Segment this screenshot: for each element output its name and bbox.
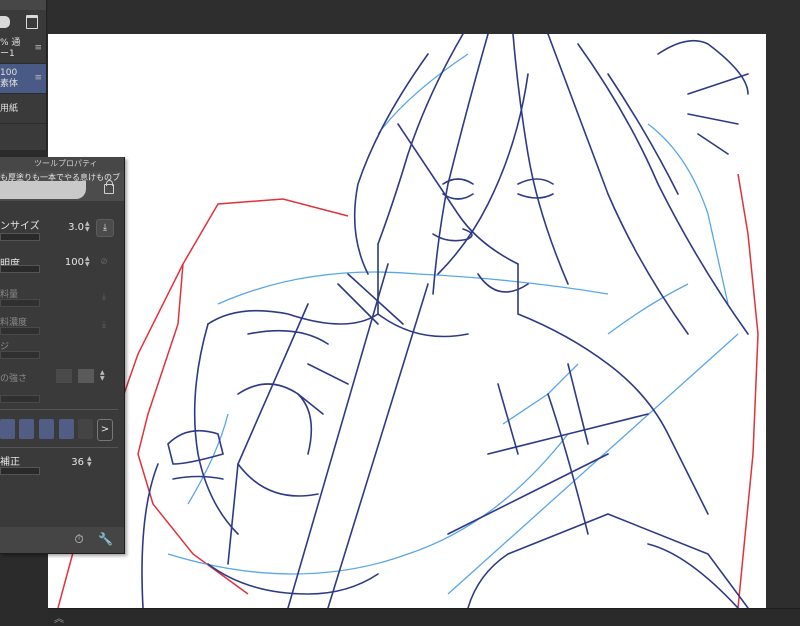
brush-tip-icon xyxy=(56,369,72,383)
blue-guide-lines xyxy=(167,53,739,595)
divider xyxy=(0,409,118,410)
opacity-row: 明度 100 ▲▼ ⊘ xyxy=(0,255,124,277)
red-guide-lines xyxy=(57,173,759,608)
color-swatch[interactable] xyxy=(0,419,15,439)
layer-item-selected[interactable]: 100 素体 ≡ xyxy=(0,64,46,94)
layer-panel-header xyxy=(0,0,46,10)
stabilization-value[interactable]: 36 xyxy=(58,457,84,468)
pressure-slider xyxy=(0,395,40,403)
blend-slider xyxy=(0,351,40,359)
swatch-row: > xyxy=(0,419,124,441)
layer-name: 素体 xyxy=(0,79,19,89)
pressure-stepper: ▲ ▼ xyxy=(100,369,105,382)
stabilization-row: 補正 36 ▲ ▼ xyxy=(0,453,124,477)
divider xyxy=(0,447,118,448)
link-icon: ⊘ xyxy=(100,257,108,267)
brush-size-row: ンサイズ 3.0 ▲ ▼ ⤓ xyxy=(0,217,124,243)
layer-label: 100 素体 xyxy=(0,68,18,90)
blend-row: ジ xyxy=(0,339,124,359)
color-swatch[interactable] xyxy=(39,419,54,439)
pressure-row: の強さ ▲ ▼ xyxy=(0,367,124,403)
mask-icon[interactable] xyxy=(0,16,10,28)
color-swatch[interactable] xyxy=(78,419,93,439)
trash-icon[interactable] xyxy=(26,15,38,29)
download-icon: ⤓ xyxy=(102,320,106,330)
layer-menu-icon[interactable]: ≡ xyxy=(34,73,42,84)
opacity-stepper[interactable]: ▲ ▼ xyxy=(85,256,90,268)
paint-amount-slider xyxy=(0,299,40,307)
pressure-label: の強さ xyxy=(0,374,28,384)
sketch-artwork xyxy=(57,34,759,608)
layer-item-paper[interactable]: 用紙 xyxy=(0,94,46,124)
brush-size-value[interactable]: 3.0 xyxy=(58,222,84,233)
layer-name-line2: ー1 xyxy=(0,49,15,59)
paint-amount-row: 料量 ⤓ xyxy=(0,287,124,307)
drawing-canvas[interactable] xyxy=(48,34,766,608)
stabilization-label: 補正 xyxy=(0,457,20,468)
layer-name: 用紙 xyxy=(0,104,19,114)
color-swatch[interactable] xyxy=(59,419,74,439)
line-art xyxy=(141,34,749,608)
layer-label: % 通 ー1 xyxy=(0,38,20,60)
layer-opacity: 100 xyxy=(0,68,18,78)
chevron-up-icon[interactable]: ︽ xyxy=(54,610,64,625)
layer-name-line1: % 通 xyxy=(0,38,21,48)
download-icon[interactable]: ⤓ xyxy=(96,219,114,237)
status-bar: ︽ xyxy=(48,608,800,626)
brush-preset[interactable]: も厚塗りも一本でやる息けものブラ xyxy=(0,171,124,201)
chevron-right-icon[interactable]: > xyxy=(97,419,113,441)
color-swatch[interactable] xyxy=(19,419,34,439)
layer-toolbar xyxy=(0,10,46,34)
stabilization-stepper[interactable]: ▲ ▼ xyxy=(87,456,92,468)
tool-property-panel: ツールプロパティ も厚塗りも一本でやる息けものブラ ンサイズ 3.0 ▲ ▼ ⤓ … xyxy=(0,157,125,554)
opacity-value[interactable]: 100 xyxy=(58,257,84,268)
panel-title: ツールプロパティ xyxy=(0,157,124,171)
panel-footer: ⏱ 🔧 xyxy=(0,527,124,553)
stabilization-slider[interactable] xyxy=(0,467,40,475)
brush-size-stepper[interactable]: ▲ ▼ xyxy=(85,221,90,233)
brush-tip-icon xyxy=(78,369,94,383)
brush-size-slider[interactable] xyxy=(0,233,40,241)
layer-panel: % 通 ー1 ≡ 100 素体 ≡ 用紙 xyxy=(0,0,47,150)
wrench-icon[interactable]: 🔧 xyxy=(98,532,113,546)
download-icon: ⤓ xyxy=(102,292,106,302)
stroke-preview xyxy=(0,181,86,199)
brush-size-label: ンサイズ xyxy=(0,221,40,232)
paint-density-slider xyxy=(0,327,40,335)
paint-density-row: 料濃度 ⤓ xyxy=(0,315,124,335)
reset-icon[interactable]: ⏱ xyxy=(72,532,86,546)
layer-item[interactable]: % 通 ー1 ≡ xyxy=(0,34,46,64)
layer-menu-icon[interactable]: ≡ xyxy=(34,43,42,54)
opacity-slider[interactable] xyxy=(0,265,40,273)
unlock-icon[interactable] xyxy=(104,180,114,194)
